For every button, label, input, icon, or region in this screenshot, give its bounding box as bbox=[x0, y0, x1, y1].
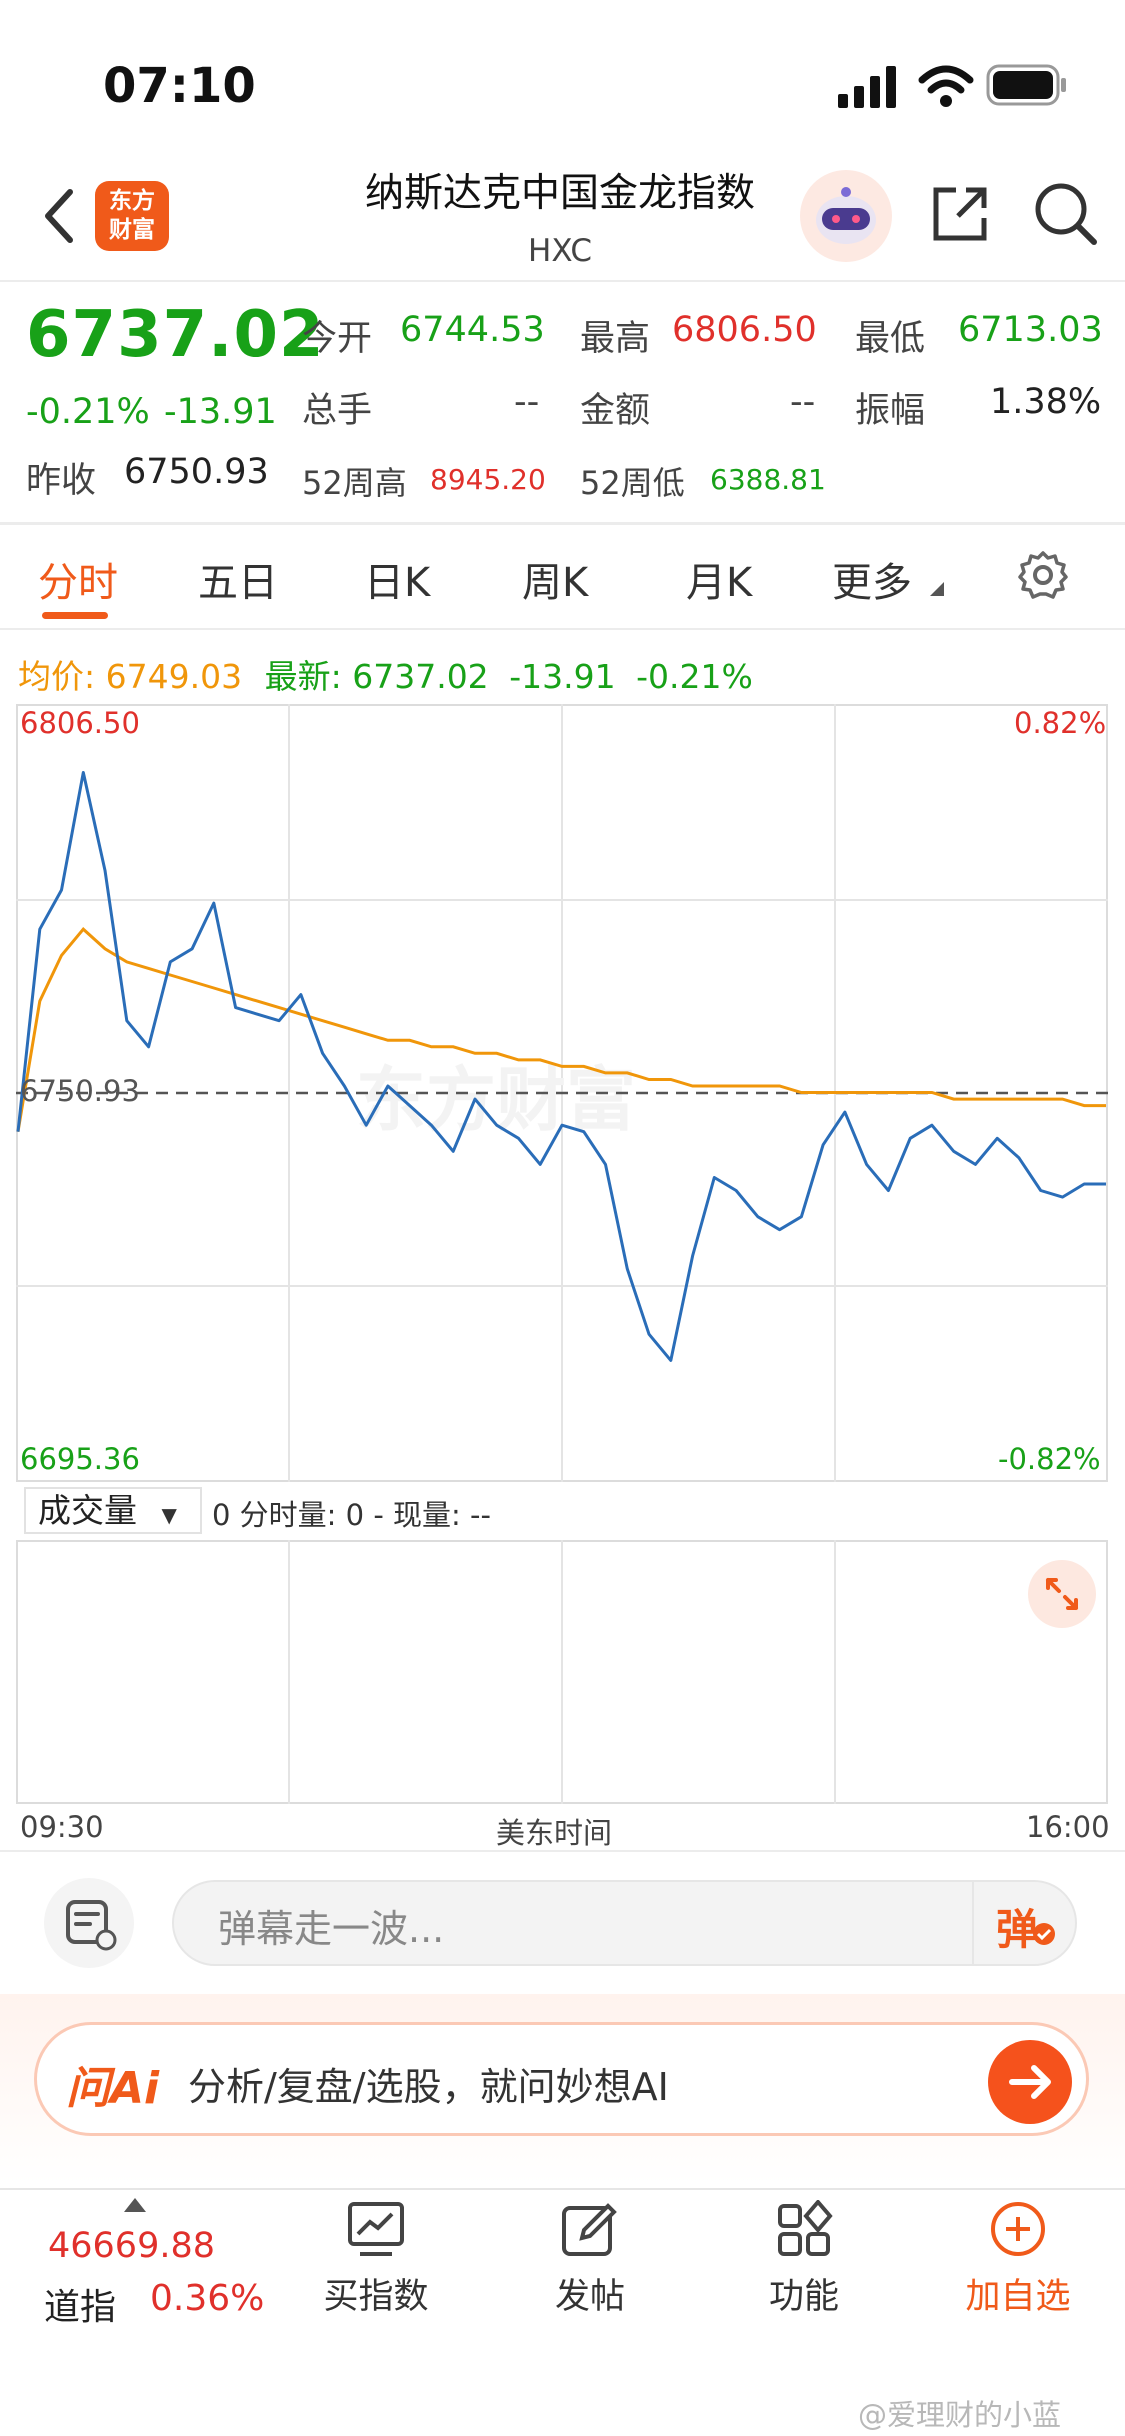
ask-ai-logo: 问Ai bbox=[66, 2063, 160, 2114]
dow-index-name[interactable]: 道指 bbox=[44, 2278, 116, 2330]
chart-legend: 均价: 6749.03 最新: 6737.02 -13.91 -0.21% bbox=[18, 650, 753, 698]
settings-gear-icon[interactable] bbox=[1018, 550, 1068, 600]
eastmoney-logo: 东方 财富 bbox=[95, 181, 169, 251]
wk52-low-value: 6388.81 bbox=[710, 463, 826, 496]
index-code: HXC bbox=[528, 233, 592, 269]
indicator-select[interactable]: 成交量 ▼ bbox=[24, 1487, 202, 1534]
y-axis-top-label: 6806.50 bbox=[20, 706, 140, 740]
nav-functions[interactable]: 功能 bbox=[714, 2200, 894, 2317]
nav-post-label: 发帖 bbox=[554, 2277, 625, 2317]
danmu-placeholder: 弹幕走一波... bbox=[218, 1907, 445, 1951]
volume-value: -- bbox=[514, 382, 540, 422]
low-value: 6713.03 bbox=[958, 310, 1103, 350]
nav-add-watchlist-label: 加自选 bbox=[965, 2277, 1071, 2317]
wifi-icon bbox=[918, 65, 974, 107]
volume-label: 总手 bbox=[302, 391, 373, 431]
latest-change: -13.91 bbox=[509, 657, 616, 696]
back-button[interactable] bbox=[36, 186, 86, 246]
ai-robot-avatar[interactable] bbox=[800, 170, 892, 262]
open-value: 6744.53 bbox=[400, 310, 545, 350]
latest-label: 最新: bbox=[264, 657, 342, 696]
y-axis-ref-label: 6750.93 bbox=[20, 1074, 140, 1108]
dow-index-percent[interactable]: 0.36% bbox=[150, 2278, 264, 2319]
amount-label: 金额 bbox=[580, 391, 651, 431]
prev-close-label: 昨收 bbox=[26, 461, 97, 501]
weibo-watermark: @爱理财的小蓝 bbox=[858, 2398, 1062, 2432]
volume-info-text: 0 分时量: 0 - 现量: -- bbox=[212, 1498, 491, 1532]
search-icon[interactable] bbox=[1032, 180, 1098, 246]
danmu-toggle-button[interactable]: 弹 bbox=[972, 1882, 1077, 1964]
dropdown-arrow-icon: ▼ bbox=[161, 1503, 177, 1527]
comment-list-icon bbox=[66, 1900, 117, 1951]
y-axis-top-pct-label: 0.82% bbox=[1014, 706, 1107, 740]
avg-price-value: 6749.03 bbox=[105, 657, 243, 696]
header-divider bbox=[0, 280, 1125, 282]
battery-icon bbox=[986, 64, 1066, 106]
share-icon[interactable] bbox=[928, 182, 992, 246]
ask-ai-go-button[interactable] bbox=[988, 2040, 1072, 2124]
wk52-high-label: 52周高 bbox=[302, 464, 407, 502]
nav-functions-label: 功能 bbox=[768, 2277, 839, 2317]
nav-buy-index[interactable]: 买指数 bbox=[286, 2200, 466, 2317]
latest-percent: -0.21% bbox=[636, 657, 753, 696]
chart-trend-icon bbox=[348, 2202, 404, 2256]
caret-up-icon bbox=[124, 2198, 146, 2212]
y-axis-bottom-label: 6695.36 bbox=[20, 1442, 140, 1476]
high-label: 最高 bbox=[580, 319, 651, 359]
tab-monthly-k[interactable]: 月K bbox=[686, 550, 752, 608]
arrow-right-icon bbox=[1009, 2065, 1051, 2099]
tabs-divider bbox=[0, 628, 1125, 630]
avg-price-label: 均价: bbox=[18, 657, 96, 696]
logo-text-1: 东方 bbox=[109, 188, 155, 214]
comment-list-button[interactable] bbox=[44, 1878, 134, 1968]
grid-apps-icon bbox=[778, 2200, 833, 2256]
tab-daily-k[interactable]: 日K bbox=[364, 550, 430, 608]
chart-bottom-divider bbox=[0, 1850, 1125, 1852]
nav-add-watchlist[interactable]: 加自选 bbox=[928, 2200, 1108, 2317]
tab-weekly-k[interactable]: 周K bbox=[522, 550, 588, 608]
tab-more[interactable]: 更多 bbox=[832, 550, 912, 608]
dow-index-value[interactable]: 46669.88 bbox=[48, 2226, 215, 2266]
tab-intraday[interactable]: 分时 bbox=[38, 550, 118, 608]
amplitude-label: 振幅 bbox=[855, 391, 926, 431]
active-tab-indicator bbox=[42, 612, 108, 619]
latest-value: 6737.02 bbox=[352, 657, 489, 696]
indicator-select-label: 成交量 bbox=[38, 1491, 137, 1530]
logo-text-2: 财富 bbox=[109, 217, 155, 243]
last-price: 6737.02 bbox=[26, 298, 325, 372]
high-value: 6806.50 bbox=[672, 310, 817, 350]
volume-info: 0 分时量: 0 - 现量: -- bbox=[212, 1492, 491, 1534]
check-icon bbox=[1033, 1923, 1055, 1945]
wk52-high-value: 8945.20 bbox=[430, 463, 546, 496]
ask-ai-prompt: 分析/复盘/选股，就问妙想AI bbox=[188, 2065, 669, 2109]
x-axis-timezone-label: 美东时间 bbox=[496, 1816, 613, 1850]
amount-value: -- bbox=[790, 382, 816, 422]
edit-icon bbox=[562, 2203, 617, 2256]
plus-circle-icon bbox=[991, 2202, 1045, 2256]
nav-post[interactable]: 发帖 bbox=[500, 2200, 680, 2317]
low-label: 最低 bbox=[855, 319, 926, 359]
quote-divider bbox=[0, 522, 1125, 525]
y-axis-bottom-pct-label: -0.82% bbox=[998, 1442, 1101, 1476]
cellular-signal-icon bbox=[838, 66, 900, 108]
x-axis-start-label: 09:30 bbox=[20, 1810, 104, 1844]
change-amount: -13.91 bbox=[164, 392, 277, 432]
intraday-chart[interactable]: 东方财富 bbox=[16, 704, 1108, 1482]
expand-icon[interactable] bbox=[1028, 1560, 1096, 1628]
volume-chart[interactable] bbox=[16, 1540, 1108, 1804]
x-axis-end-label: 16:00 bbox=[1026, 1810, 1110, 1844]
page-title: 纳斯达克中国金龙指数 bbox=[364, 171, 755, 216]
change-percent: -0.21% bbox=[26, 392, 150, 432]
status-time: 07:10 bbox=[103, 58, 256, 114]
nav-divider bbox=[0, 2188, 1125, 2190]
caret-down-icon bbox=[930, 582, 944, 596]
prev-close-value: 6750.93 bbox=[124, 452, 269, 492]
nav-buy-index-label: 买指数 bbox=[323, 2277, 429, 2317]
amplitude-value: 1.38% bbox=[990, 382, 1102, 422]
open-label: 今开 bbox=[302, 319, 373, 359]
tab-five-day[interactable]: 五日 bbox=[198, 550, 278, 608]
wk52-low-label: 52周低 bbox=[580, 464, 685, 502]
chart-watermark: 东方财富 bbox=[356, 1059, 636, 1141]
robot-icon bbox=[816, 187, 876, 244]
